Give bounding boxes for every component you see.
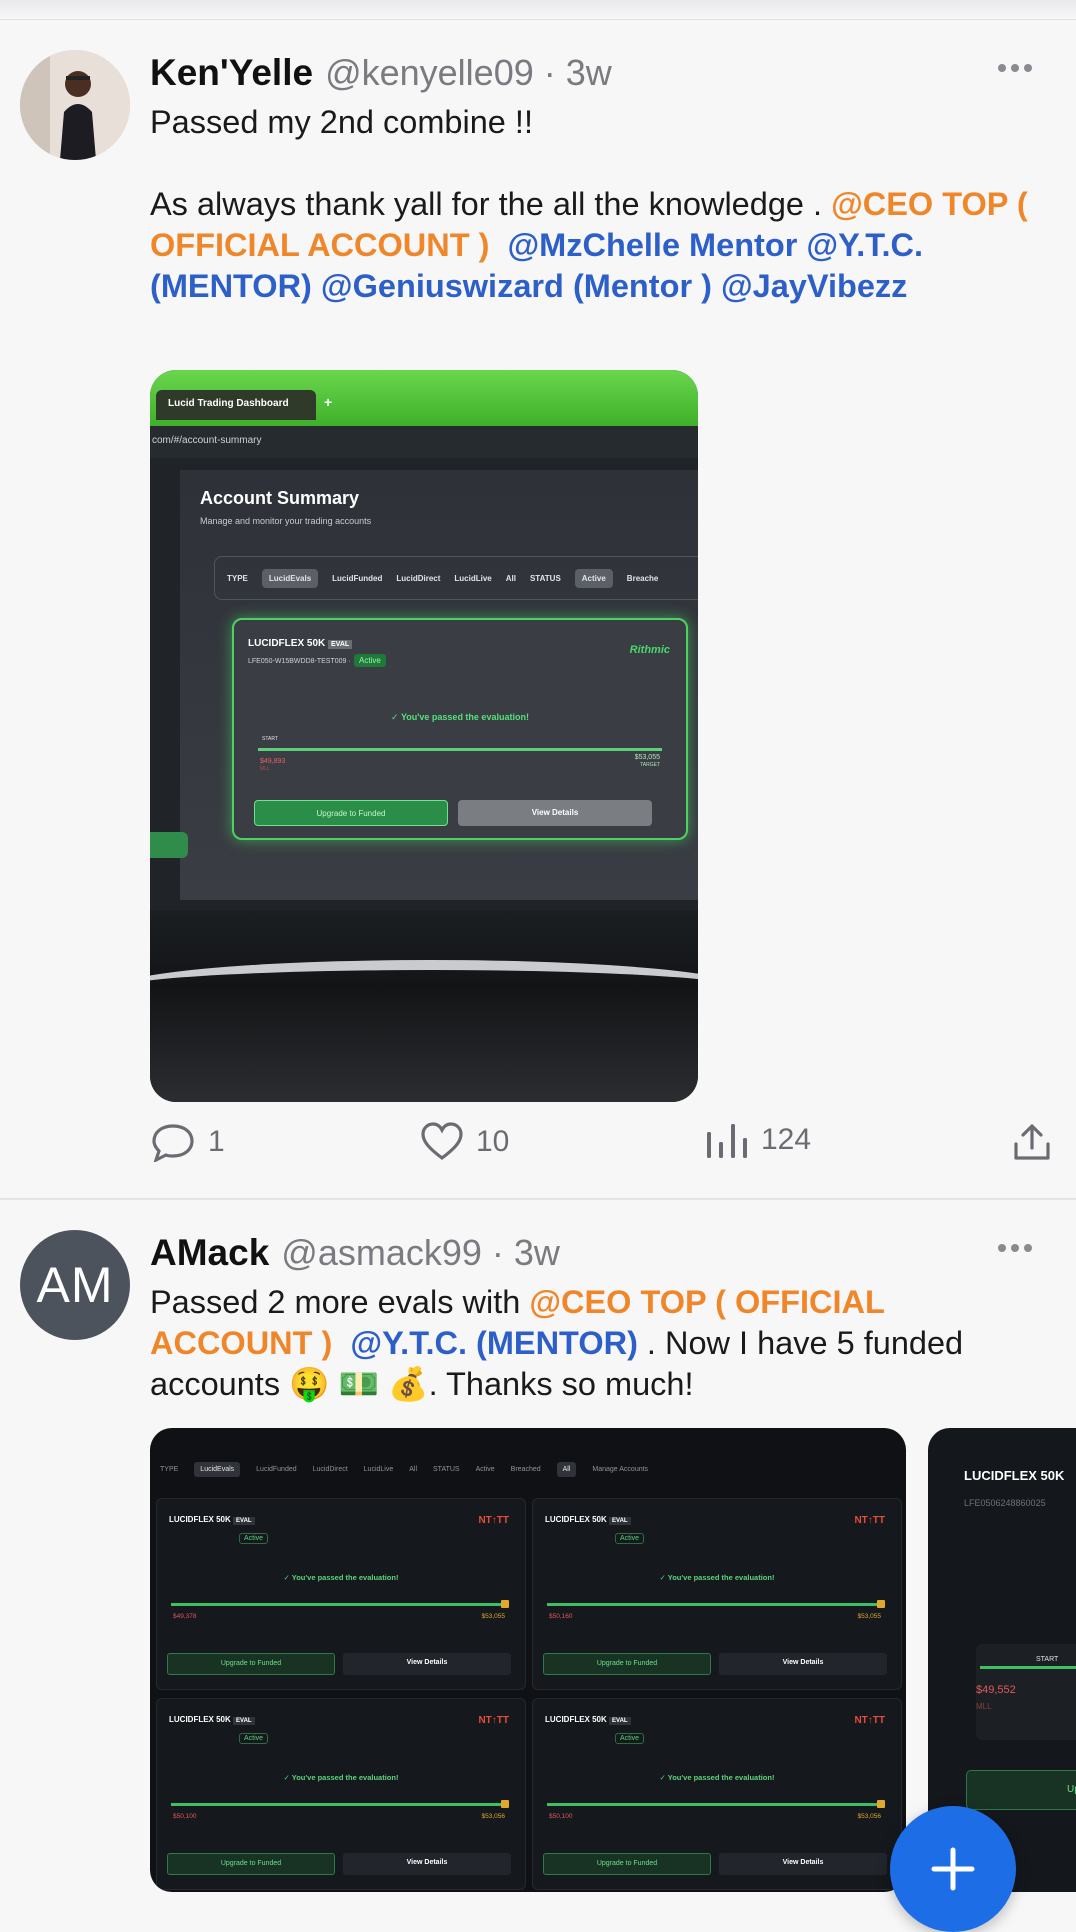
account-card: LUCIDFLEX 50K EVAL Active NT↑TT ✓ You've… [532,1498,902,1690]
start-label: START [262,736,278,742]
account-card: LUCIDFLEX 50K EVAL LFE050-W15BWDD8-TEST0… [232,618,688,840]
reply-icon [152,1124,194,1162]
post-media[interactable]: TYPE LucidEvals LucidFunded LucidDirect … [150,1428,906,1892]
dashboard-title: Account Summary [200,488,360,508]
post-line-1: Passed my 2nd combine !! [150,104,533,140]
eval-tag: EVAL [328,640,353,649]
platform-logo: NT↑TT [478,1515,509,1526]
accounts-grid-screenshot: TYPE LucidEvals LucidFunded LucidDirect … [150,1428,906,1892]
share-button[interactable] [1012,1122,1052,1162]
views-button[interactable]: 124 [705,1122,811,1158]
post-line-2: As always thank yall for the all the kno… [150,184,1036,307]
post-media[interactable]: Lucid Trading Dashboard + com/#/account-… [150,370,698,1102]
status-chip: Breache [626,573,659,583]
share-icon [1014,1124,1050,1160]
monitor-photo: Lucid Trading Dashboard + com/#/account-… [150,370,698,1102]
plus-icon [931,1847,975,1891]
reply-button[interactable]: 1 [150,1122,225,1162]
filter-type-label: TYPE [227,573,248,583]
monitor-bezel [150,960,698,1020]
mention-geniuswizard[interactable]: @Geniuswizard (Mentor ) [321,268,712,304]
views-count: 124 [761,1123,812,1156]
account-card: LUCIDFLEX 50K EVAL Active NT↑TT ✓ You've… [532,1698,902,1890]
post-text: Passed 2 more evals with @CEO TOP ( OFFI… [150,1282,1036,1405]
card-title: LUCIDFLEX 50K EVAL [248,638,353,649]
post-text-prefix: As always thank yall for the all the kno… [150,186,832,222]
more-icon[interactable] [998,64,1032,72]
mention-ytc[interactable]: @Y.T.C. (MENTOR) [350,1325,638,1361]
status-chip: Active [574,568,613,588]
like-button[interactable]: 10 [420,1122,509,1162]
card-id: LFE050-W15BWDD8-TEST009 · [248,658,351,665]
reply-count: 1 [208,1125,225,1158]
target-value: $53,055 TARGET [634,754,660,768]
like-count: 10 [476,1125,510,1158]
views-icon [707,1124,747,1158]
filter-bar: TYPE LucidEvals LucidFunded LucidDirect … [156,1452,666,1486]
browser-tabbar: Lucid Trading Dashboard + [150,370,698,426]
details-button: View Details [458,800,652,826]
passed-text: ✓ You've passed the evaluation! [391,712,529,722]
side-nav-item [150,832,188,858]
filter-chip: LucidFunded [332,573,383,583]
status-label: STATUS [529,573,561,583]
like-icon [421,1122,463,1161]
browser-tab: Lucid Trading Dashboard [156,390,316,420]
avatar[interactable] [20,50,130,160]
filter-bar: TYPE LucidEvals LucidFunded LucidDirect … [214,556,698,600]
post-amack[interactable]: AM AMack @asmack99 · 3w Passed 2 more ev… [0,1200,1076,1920]
filter-chip: LucidDirect [396,573,441,583]
avatar-photo [20,50,130,160]
post-header: AMack @asmack99 · 3w [150,1232,1056,1278]
upgrade-button: Upgrade to Funded [254,800,448,826]
progress-bar [258,748,662,751]
post-text: Passed my 2nd combine !! As always thank… [150,102,1036,307]
account-card: LUCIDFLEX 50K EVAL Active NT↑TT ✓ You've… [156,1698,526,1890]
filter-chip: LucidLive [454,573,492,583]
author-handle[interactable]: @asmack99 · 3w [281,1232,560,1274]
mention-jayvibezz[interactable]: @JayVibezz [721,268,907,304]
post-actions: 1 10 124 [150,1122,1050,1172]
filter-chip: All [505,573,516,583]
compose-button[interactable] [890,1806,1016,1932]
mention-mzchelle[interactable]: @MzChelle Mentor [507,227,797,263]
filter-chip: LucidEvals [261,568,319,588]
new-tab-icon: + [324,394,333,410]
more-icon[interactable] [998,1244,1032,1252]
dashboard-subtitle: Manage and monitor your trading accounts [200,516,372,526]
author-handle[interactable]: @kenyelle09 · 3w [325,52,612,94]
post-header: Ken'Yelle @kenyelle09 · 3w [150,52,1056,98]
card-status: Active [354,654,386,667]
account-card: LUCIDFLEX 50K EVAL Active NT↑TT ✓ You've… [156,1498,526,1690]
url-bar: com/#/account-summary [150,426,698,458]
author-name[interactable]: Ken'Yelle [150,52,313,94]
post-line: Passed 2 more evals with @CEO TOP ( OFFI… [150,1282,1036,1405]
author-name[interactable]: AMack [150,1232,269,1274]
post-kenyelle[interactable]: Ken'Yelle @kenyelle09 · 3w Passed my 2nd… [0,0,1076,1200]
provider-logo: Rithmic [629,644,670,656]
post-text-prefix: Passed 2 more evals with [150,1284,530,1320]
avatar[interactable]: AM [20,1230,130,1340]
mll-value: $49,893 MLL [260,758,286,772]
